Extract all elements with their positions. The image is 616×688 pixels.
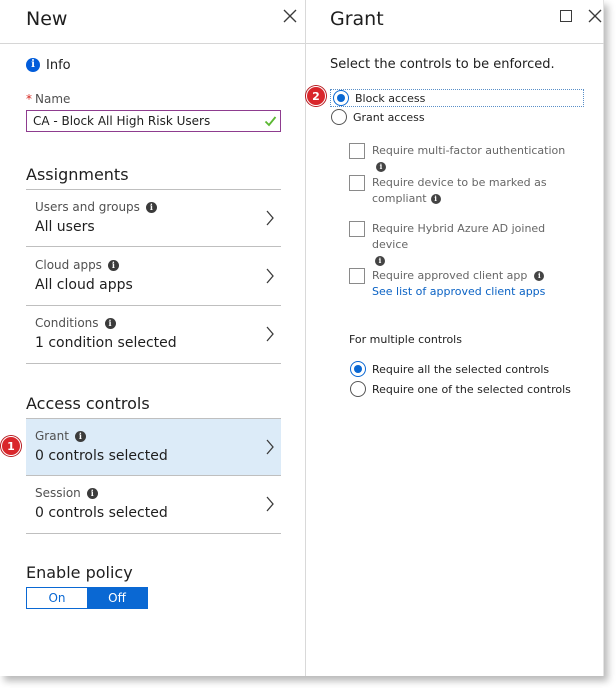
chevron-right-icon	[266, 496, 274, 512]
mfa-label: Require multi-factor authentication	[372, 144, 566, 157]
cloud-apps-item[interactable]: Cloud apps i All cloud apps	[26, 248, 281, 306]
callout-badge-1: 1	[1, 436, 21, 456]
new-policy-blade: New i Info *Name Assignments Users and g…	[0, 0, 306, 676]
name-field-label: * Name	[26, 92, 70, 106]
grant-label: Grant	[35, 429, 69, 443]
grant-instructions: Select the controls to be enforced.	[330, 57, 555, 72]
mfa-option[interactable]: Require multi-factor authentication i	[349, 143, 572, 175]
cloud-apps-label-row: Cloud apps i	[35, 258, 119, 272]
hybrid-device-checkbox[interactable]	[349, 221, 365, 237]
access-controls-heading: Access controls	[26, 394, 150, 413]
enable-policy-heading: Enable policy	[26, 563, 133, 582]
require-all-radio[interactable]: Require all the selected controls	[350, 361, 549, 377]
block-access-label: Block access	[355, 91, 426, 105]
radio-selected[interactable]	[333, 90, 349, 106]
compliant-device-option[interactable]: Require device to be marked as compliant…	[349, 175, 548, 207]
session-item[interactable]: Session i 0 controls selected	[26, 476, 281, 534]
users-and-groups-label-row: Users and groups i	[35, 200, 157, 214]
require-all-label: Require all the selected controls	[372, 362, 550, 376]
users-and-groups-label: Users and groups	[35, 200, 140, 214]
conditions-value: 1 condition selected	[35, 335, 177, 351]
approved-client-app-label: Require approved client app	[372, 269, 528, 282]
block-access-radio[interactable]: Block access	[330, 89, 584, 107]
conditions-label: Conditions	[35, 316, 99, 330]
toggle-on-option[interactable]: On	[27, 588, 87, 608]
chevron-right-icon	[266, 210, 274, 226]
require-one-radio[interactable]: Require one of the selected controls	[350, 381, 571, 397]
portal-frame: New i Info *Name Assignments Users and g…	[0, 0, 604, 676]
checkmark-icon	[264, 116, 277, 127]
users-and-groups-value: All users	[35, 219, 95, 235]
mfa-checkbox[interactable]	[349, 143, 365, 159]
mfa-option-label-wrap: Require multi-factor authentication i	[372, 143, 572, 175]
info-icon: i	[107, 259, 119, 271]
enable-policy-toggle[interactable]: On Off	[26, 587, 148, 609]
info-icon: i	[74, 430, 86, 442]
info-icon: i	[26, 58, 40, 72]
grant-item[interactable]: Grant i 0 controls selected	[26, 418, 281, 476]
require-one-label: Require one of the selected controls	[372, 382, 571, 396]
new-blade-title: New	[26, 8, 68, 30]
session-label-row: Session i	[35, 486, 98, 500]
info-icon: i	[430, 194, 441, 204]
approved-client-app-checkbox[interactable]	[349, 268, 365, 284]
users-and-groups-item[interactable]: Users and groups i All users	[26, 189, 281, 247]
approved-client-app-label-wrap: Require approved client app i See list of …	[372, 268, 572, 300]
chevron-right-icon	[266, 439, 274, 455]
toggle-off-option[interactable]: Off	[87, 588, 147, 608]
compliant-device-checkbox[interactable]	[349, 175, 365, 191]
new-blade-header: New	[0, 0, 305, 44]
info-icon: i	[376, 162, 386, 172]
radio-unselected[interactable]	[350, 381, 366, 397]
info-icon: i	[534, 271, 545, 281]
conditions-item[interactable]: Conditions i 1 condition selected	[26, 306, 281, 364]
multiple-controls-heading: For multiple controls	[349, 333, 462, 346]
grant-blade-header: Grant	[306, 0, 604, 44]
compliant-device-label-wrap: Require device to be marked as compliant…	[372, 175, 548, 207]
grant-blade: Grant Select the controls to be enforced…	[306, 0, 604, 676]
grant-access-radio[interactable]: Grant access	[331, 109, 425, 125]
assignments-heading: Assignments	[26, 165, 129, 184]
approved-client-app-option[interactable]: Require approved client app i See list of …	[349, 268, 572, 300]
radio-selected[interactable]	[350, 361, 366, 377]
hybrid-device-option[interactable]: Require Hybrid Azure AD joined device i	[349, 221, 572, 269]
grant-access-label: Grant access	[353, 110, 425, 124]
chevron-right-icon	[266, 326, 274, 342]
session-label: Session	[35, 486, 81, 500]
info-link[interactable]: i Info	[26, 55, 71, 75]
info-icon: i	[375, 256, 385, 266]
maximize-icon[interactable]	[560, 10, 572, 22]
name-input[interactable]	[26, 110, 281, 132]
cloud-apps-value: All cloud apps	[35, 277, 133, 293]
required-asterisk: *	[26, 92, 32, 106]
grant-label-row: Grant i	[35, 429, 86, 443]
cloud-apps-label: Cloud apps	[35, 258, 102, 272]
grant-blade-title: Grant	[330, 8, 384, 30]
conditions-label-row: Conditions i	[35, 316, 116, 330]
callout-badge-2: 2	[306, 86, 326, 106]
compliant-device-label: Require device to be marked as compliant	[372, 176, 547, 205]
approved-client-apps-link[interactable]: See list of approved client apps	[372, 284, 572, 300]
close-icon[interactable]	[281, 7, 299, 25]
radio-unselected[interactable]	[331, 109, 347, 125]
hybrid-device-label: Require Hybrid Azure AD joined device	[372, 222, 546, 251]
hybrid-device-label-wrap: Require Hybrid Azure AD joined device i	[372, 221, 572, 269]
info-label: Info	[46, 57, 71, 73]
info-icon: i	[104, 317, 116, 329]
session-value: 0 controls selected	[35, 505, 168, 521]
grant-value: 0 controls selected	[35, 448, 168, 464]
info-icon: i	[86, 487, 98, 499]
info-icon: i	[145, 201, 157, 213]
chevron-right-icon	[266, 268, 274, 284]
close-icon[interactable]	[586, 7, 604, 25]
name-label-text: Name	[35, 92, 71, 106]
